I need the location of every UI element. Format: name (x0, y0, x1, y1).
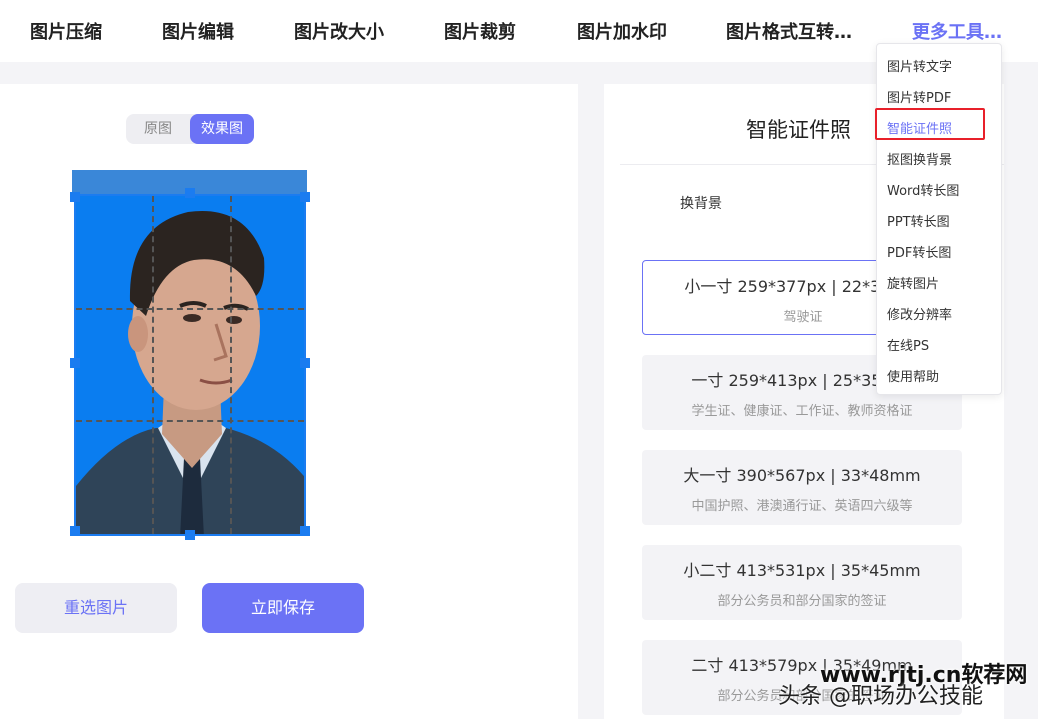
crop-handle-top[interactable] (185, 188, 195, 198)
menu-item-ppt-to-long-image[interactable]: PPT转长图 (887, 211, 950, 230)
crop-handle-top-right[interactable] (300, 192, 310, 202)
nav-image-compress[interactable]: 图片压缩 (30, 18, 102, 44)
crop-handle-bottom[interactable] (185, 530, 195, 540)
highlight-annotation-box (875, 108, 985, 140)
watermark-author: 头条 @职场办公技能 (778, 684, 983, 709)
panel-title: 智能证件照 (746, 118, 851, 142)
size-option-title: 大一寸 390*567px | 33*48mm (683, 466, 921, 485)
nav-more-tools[interactable]: 更多工具… (912, 18, 1002, 44)
menu-item-online-ps[interactable]: 在线PS (887, 335, 929, 354)
change-background-label[interactable]: 换背景 (680, 193, 722, 213)
nav-image-crop[interactable]: 图片裁剪 (444, 18, 516, 44)
menu-item-image-to-pdf[interactable]: 图片转PDF (887, 87, 951, 106)
menu-item-change-resolution[interactable]: 修改分辨率 (887, 304, 952, 323)
crop-grid-line (76, 420, 304, 422)
menu-item-rotate-image[interactable]: 旋转图片 (887, 273, 939, 292)
reselect-image-button[interactable]: 重选图片 (15, 583, 177, 633)
crop-handle-bottom-left[interactable] (70, 526, 80, 536)
menu-item-image-to-text[interactable]: 图片转文字 (887, 56, 952, 75)
id-photo[interactable] (74, 194, 306, 536)
photo-preview (70, 170, 310, 540)
crop-handle-right[interactable] (300, 358, 310, 368)
menu-item-word-to-long-image[interactable]: Word转长图 (887, 180, 959, 199)
crop-grid-line (152, 196, 154, 534)
portrait-image (76, 196, 304, 534)
crop-handle-top-left[interactable] (70, 192, 80, 202)
more-tools-dropdown: 图片转文字 图片转PDF 智能证件照 抠图换背景 Word转长图 PPT转长图 … (876, 43, 1002, 395)
nav-image-watermark[interactable]: 图片加水印 (577, 18, 667, 44)
view-toggle: 原图 效果图 (126, 114, 254, 144)
crop-grid-line (76, 308, 304, 310)
size-option-usage: 中国护照、港澳通行证、英语四六级等 (691, 499, 913, 514)
nav-image-edit[interactable]: 图片编辑 (162, 18, 234, 44)
size-option-usage: 部分公务员和部分国家的签证 (717, 594, 887, 609)
crop-handle-left[interactable] (70, 358, 80, 368)
toggle-effect[interactable]: 效果图 (190, 114, 254, 144)
crop-handle-bottom-right[interactable] (300, 526, 310, 536)
nav-image-resize[interactable]: 图片改大小 (294, 18, 384, 44)
toggle-original[interactable]: 原图 (126, 114, 190, 144)
menu-item-cutout-background[interactable]: 抠图换背景 (887, 149, 952, 168)
menu-item-help[interactable]: 使用帮助 (887, 366, 939, 385)
size-option-title: 小二寸 413*531px | 35*45mm (683, 561, 921, 580)
nav-image-format-convert[interactable]: 图片格式互转… (726, 18, 852, 44)
crop-grid-line (230, 196, 232, 534)
size-option-large-one-inch[interactable]: 大一寸 390*567px | 33*48mm 中国护照、港澳通行证、英语四六级… (642, 450, 962, 525)
size-option-small-two-inch[interactable]: 小二寸 413*531px | 35*45mm 部分公务员和部分国家的签证 (642, 545, 962, 620)
menu-item-pdf-to-long-image[interactable]: PDF转长图 (887, 242, 951, 261)
save-now-button[interactable]: 立即保存 (202, 583, 364, 633)
size-option-usage: 学生证、健康证、工作证、教师资格证 (691, 404, 913, 419)
